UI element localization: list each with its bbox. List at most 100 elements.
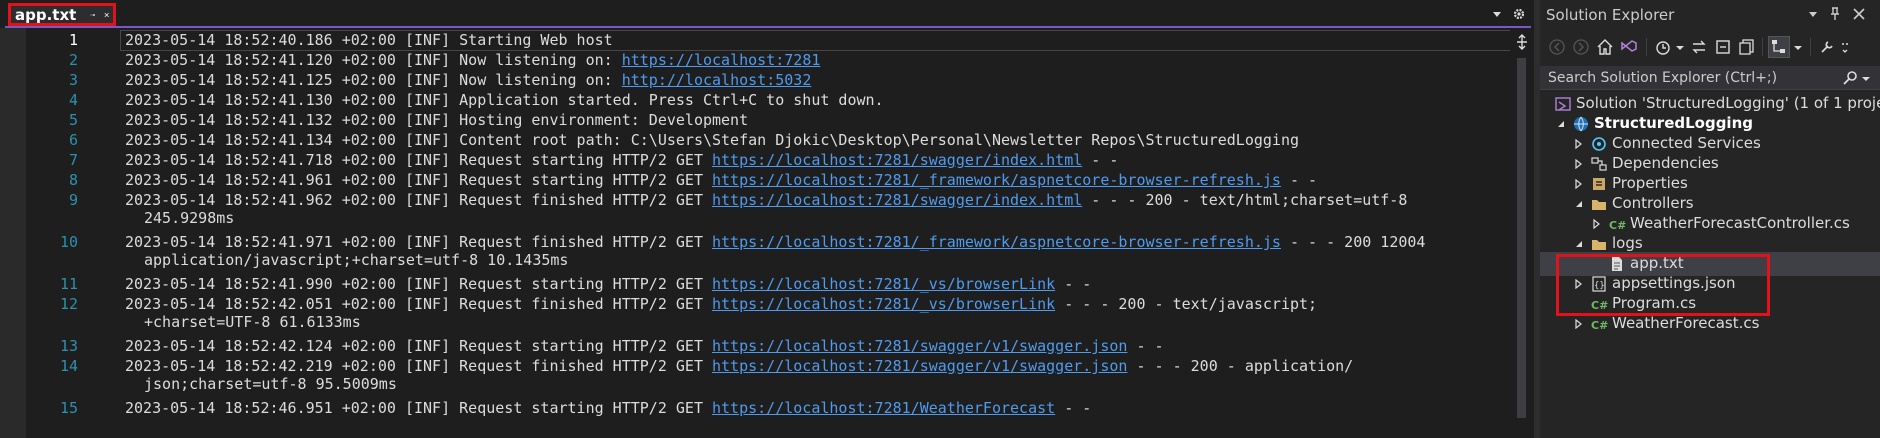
- log-text-segment: 2023-05-14 18:52:40.186 +02:00 [INF] Sta…: [125, 31, 613, 49]
- wrapped-line-continuation: application/javascript;+charset=utf-8 10…: [144, 251, 569, 269]
- solution-explorer-panel: Solution Explorer Search Solution Explor…: [1540, 0, 1880, 438]
- log-text-segment: 2023-05-14 18:52:41.718 +02:00 [INF] Req…: [125, 151, 712, 169]
- log-line-text: 2023-05-14 18:52:41.130 +02:00 [INF] App…: [125, 91, 1510, 111]
- log-line: 3 2023-05-14 18:52:41.125 +02:00 [INF] No…: [26, 71, 1510, 91]
- log-text-segment: 2023-05-14 18:52:41.132 +02:00 [INF] Hos…: [125, 111, 749, 129]
- url-link[interactable]: https://localhost:7281: [622, 51, 821, 69]
- log-line: 1 2023-05-14 18:52:40.186 +02:00 [INF] St…: [26, 31, 1510, 51]
- log-text-segment: 2023-05-14 18:52:41.962 +02:00 [INF] Req…: [125, 191, 712, 209]
- collapsed-arrow-icon[interactable]: [1574, 179, 1584, 189]
- log-line: 15 2023-05-14 18:52:46.951 +02:00 [INF] R…: [26, 399, 1510, 419]
- switch-views-button[interactable]: [1618, 36, 1640, 58]
- document-tab-app-txt[interactable]: app.txt: [8, 3, 116, 26]
- svg-text:C#: C#: [1609, 219, 1626, 232]
- line-number: 11: [59, 275, 78, 293]
- url-link[interactable]: https://localhost:7281/swagger/v1/swagge…: [712, 357, 1127, 375]
- log-text-segment: 2023-05-14 18:52:41.120 +02:00 [INF] Now…: [125, 51, 622, 69]
- log-text-segment: - -: [1055, 399, 1092, 417]
- tree-node-label: Program.cs: [1612, 294, 1697, 312]
- log-text-segment: 2023-05-14 18:52:41.990 +02:00 [INF] Req…: [125, 275, 712, 293]
- pending-changes-filter-button[interactable]: [1652, 36, 1674, 58]
- tree-node-label: Controllers: [1612, 194, 1694, 212]
- pin-icon[interactable]: [1827, 6, 1843, 22]
- toolbar-separator: [1762, 38, 1763, 56]
- pin-icon[interactable]: [90, 8, 96, 22]
- log-text-segment: - -: [1280, 171, 1318, 189]
- editor-margin: [0, 28, 26, 438]
- code-text-area[interactable]: 1 2023-05-14 18:52:40.186 +02:00 [INF] St…: [26, 28, 1510, 438]
- view-options-dropdown-button[interactable]: [1792, 36, 1804, 58]
- expanded-arrow-icon[interactable]: [1574, 239, 1584, 249]
- collapsed-arrow-icon[interactable]: [1592, 219, 1602, 229]
- log-line-text: 2023-05-14 18:52:41.134 +02:00 [INF] Con…: [125, 131, 1510, 151]
- search-icon[interactable]: [1842, 70, 1858, 86]
- properties-button[interactable]: [1816, 36, 1838, 58]
- preview-selected-items-button[interactable]: [1768, 36, 1790, 58]
- line-number: 12: [59, 295, 78, 313]
- solution-explorer-toolbar: [1540, 30, 1880, 64]
- log-text-segment: 2023-05-14 18:52:42.124 +02:00 [INF] Req…: [125, 337, 712, 355]
- log-line-text: 2023-05-14 18:52:41.132 +02:00 [INF] Hos…: [125, 111, 1510, 131]
- collapsed-arrow-icon[interactable]: [1574, 139, 1584, 149]
- vertical-scrollbar[interactable]: [1510, 28, 1534, 438]
- forward-arrow-icon: [1573, 39, 1589, 55]
- toolbar-overflow-button[interactable]: [1840, 36, 1852, 58]
- collapsed-arrow-icon[interactable]: [1574, 159, 1584, 169]
- log-line: 8 2023-05-14 18:52:41.961 +02:00 [INF] Re…: [26, 171, 1510, 191]
- chevron-down-icon[interactable]: [1860, 70, 1872, 86]
- filter-dropdown-button[interactable]: [1674, 36, 1686, 58]
- close-icon[interactable]: [1851, 6, 1867, 22]
- back-arrow-icon: [1549, 39, 1565, 55]
- line-number: 2: [68, 51, 78, 69]
- line-number: 9: [68, 191, 78, 209]
- tree-node[interactable]: C# WeatherForecast.cs: [1540, 312, 1880, 336]
- overflow-icon: [1842, 43, 1848, 53]
- show-all-files-button[interactable]: [1736, 36, 1758, 58]
- scrollbar-thumb[interactable]: [1517, 58, 1526, 418]
- tree-node-label: appsettings.json: [1612, 274, 1736, 292]
- line-number: 4: [68, 91, 78, 109]
- collapsed-arrow-icon[interactable]: [1574, 279, 1584, 289]
- home-icon: [1597, 39, 1613, 55]
- search-input[interactable]: [1546, 68, 1820, 88]
- expanded-arrow-icon[interactable]: [1574, 199, 1584, 209]
- url-link[interactable]: https://localhost:7281/_framework/aspnet…: [712, 171, 1281, 189]
- log-line: 5 2023-05-14 18:52:41.132 +02:00 [INF] Ho…: [26, 111, 1510, 131]
- wrapped-line-continuation: json;charset=utf-8 95.5009ms: [144, 375, 397, 393]
- log-line-text: 2023-05-14 18:52:42.051 +02:00 [INF] Req…: [125, 295, 1510, 337]
- url-link[interactable]: https://localhost:7281/_framework/aspnet…: [712, 233, 1281, 251]
- home-button[interactable]: [1594, 36, 1616, 58]
- collapse-all-button[interactable]: [1712, 36, 1734, 58]
- url-link[interactable]: https://localhost:7281/swagger/index.htm…: [712, 151, 1082, 169]
- wrench-icon: [1821, 41, 1833, 53]
- window-position-dropdown-icon[interactable]: [1805, 6, 1821, 22]
- close-icon[interactable]: [104, 8, 109, 22]
- url-link[interactable]: https://localhost:7281/WeatherForecast: [712, 399, 1055, 417]
- tab-list-dropdown-icon[interactable]: [1490, 7, 1504, 21]
- tree-node-label: StructuredLogging: [1594, 114, 1753, 132]
- log-text-segment: 2023-05-14 18:52:41.971 +02:00 [INF] Req…: [125, 233, 712, 251]
- sync-with-document-button[interactable]: [1688, 36, 1710, 58]
- tree-node-label: Connected Services: [1612, 134, 1761, 152]
- log-text-segment: - -: [1082, 151, 1119, 169]
- expanded-arrow-icon[interactable]: [1556, 119, 1566, 129]
- split-window-icon[interactable]: [1515, 34, 1529, 50]
- line-number: 14: [59, 357, 78, 375]
- forward-button[interactable]: [1570, 36, 1592, 58]
- panel-title: Solution Explorer: [1546, 6, 1675, 24]
- tree-node-label: logs: [1612, 234, 1643, 252]
- project-globe-icon: [1574, 116, 1588, 132]
- gear-icon[interactable]: [1512, 7, 1526, 21]
- url-link[interactable]: https://localhost:7281/_vs/browserLink: [712, 295, 1055, 313]
- url-link[interactable]: http://localhost:5032: [622, 71, 812, 89]
- log-line-text: 2023-05-14 18:52:41.971 +02:00 [INF] Req…: [125, 233, 1510, 275]
- line-number: 8: [68, 171, 78, 189]
- log-line: 9 2023-05-14 18:52:41.962 +02:00 [INF] Re…: [26, 191, 1510, 233]
- url-link[interactable]: https://localhost:7281/swagger/v1/swagge…: [712, 337, 1127, 355]
- back-button[interactable]: [1546, 36, 1568, 58]
- url-link[interactable]: https://localhost:7281/swagger/index.htm…: [712, 191, 1082, 209]
- log-text-segment: 2023-05-14 18:52:46.951 +02:00 [INF] Req…: [125, 399, 712, 417]
- log-text-segment: - -: [1055, 275, 1092, 293]
- url-link[interactable]: https://localhost:7281/_vs/browserLink: [712, 275, 1055, 293]
- collapsed-arrow-icon[interactable]: [1574, 319, 1584, 329]
